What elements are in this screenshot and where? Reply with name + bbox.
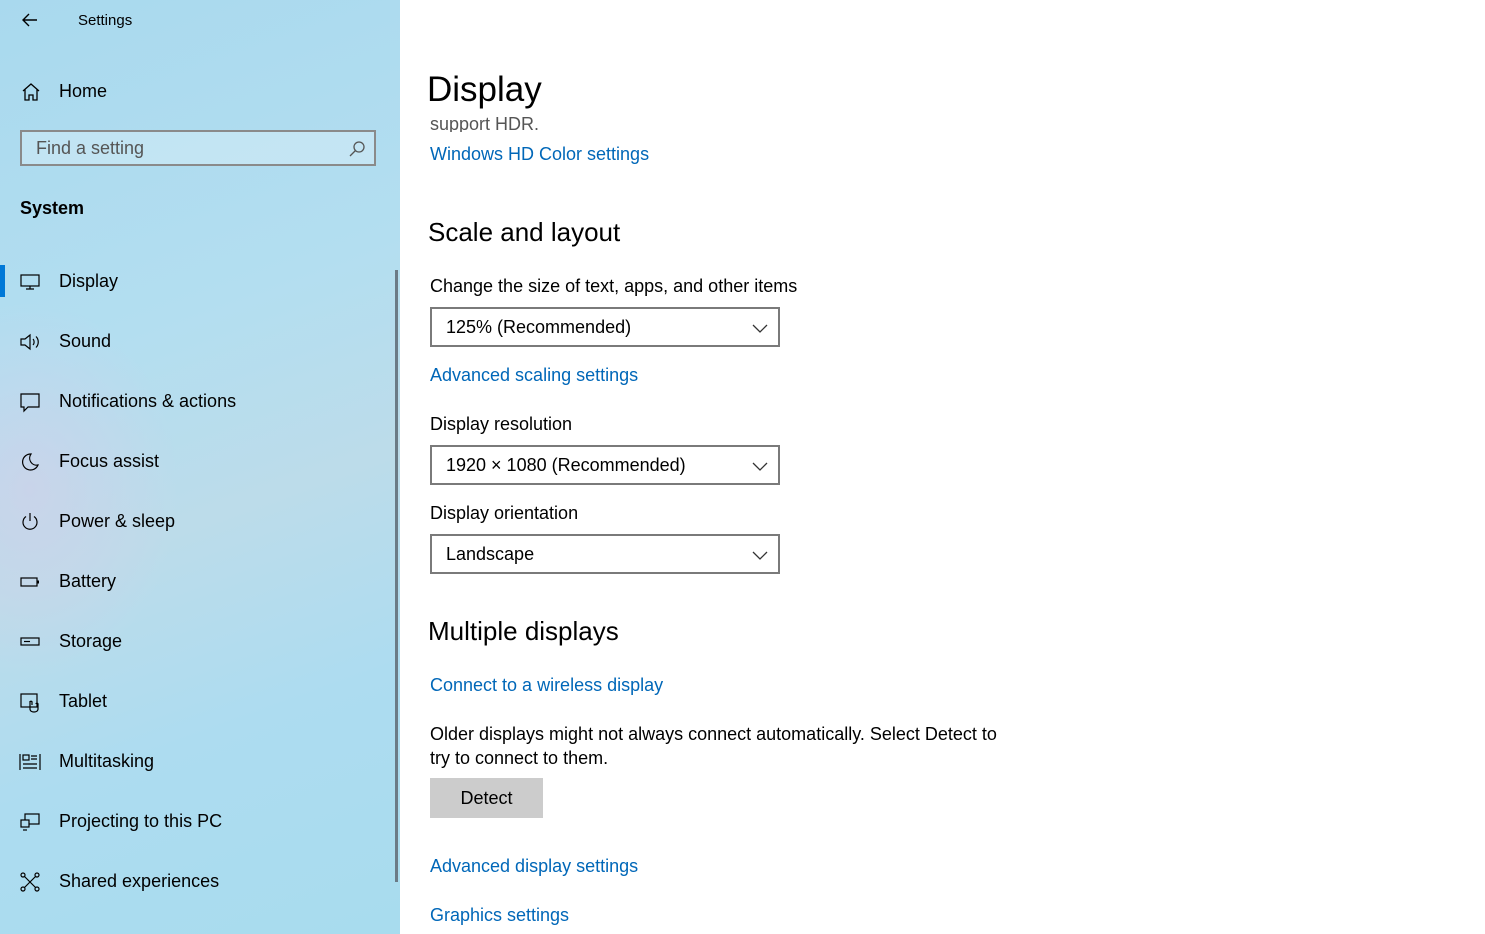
sidebar-item-shared-experiences[interactable]: Shared experiences <box>0 858 396 904</box>
sidebar-item-storage[interactable]: Storage <box>0 618 396 664</box>
sidebar: Settings Home System Display Sound Notif… <box>0 0 400 934</box>
shared-experiences-icon <box>19 871 41 893</box>
sidebar-item-focus-assist[interactable]: Focus assist <box>0 438 396 484</box>
sidebar-item-label: Battery <box>59 571 117 591</box>
search-input[interactable] <box>36 138 336 159</box>
chevron-down-icon <box>752 548 768 566</box>
search-box[interactable] <box>20 130 376 166</box>
sidebar-item-power-sleep[interactable]: Power & sleep <box>0 498 396 544</box>
sidebar-item-label: Tablet <box>59 691 108 711</box>
connect-wireless-display-link[interactable]: Connect to a wireless display <box>430 675 663 696</box>
moon-icon <box>19 451 41 473</box>
advanced-display-settings-link[interactable]: Advanced display settings <box>430 856 638 877</box>
scale-label: Change the size of text, apps, and other… <box>430 276 798 296</box>
section-label-system: System <box>20 198 85 218</box>
notification-icon <box>19 391 41 413</box>
sidebar-item-notifications[interactable]: Notifications & actions <box>0 378 396 424</box>
sidebar-item-sound[interactable]: Sound <box>0 318 396 364</box>
orientation-label: Display orientation <box>430 503 579 523</box>
chevron-down-icon <box>752 459 768 477</box>
sidebar-item-label: Multitasking <box>59 751 155 771</box>
chevron-down-icon <box>752 321 768 339</box>
speaker-icon <box>19 331 41 353</box>
sidebar-item-label: Focus assist <box>59 451 160 471</box>
sidebar-item-multitasking[interactable]: Multitasking <box>0 738 396 784</box>
detect-button[interactable]: Detect <box>430 778 543 818</box>
resolution-label: Display resolution <box>430 414 573 434</box>
sidebar-item-tablet[interactable]: Tablet <box>0 678 396 724</box>
sidebar-scrollbar[interactable] <box>395 270 398 882</box>
active-indicator <box>0 265 5 297</box>
battery-icon <box>19 571 41 593</box>
home-icon <box>20 81 42 108</box>
hdr-description-cutoff: support HDR. <box>430 114 540 132</box>
sidebar-item-label: Projecting to this PC <box>59 811 223 831</box>
orientation-value: Landscape <box>446 544 535 564</box>
power-icon <box>19 511 41 533</box>
sidebar-item-projecting[interactable]: Projecting to this PC <box>0 798 396 844</box>
orientation-dropdown[interactable]: Landscape <box>430 534 780 574</box>
projecting-icon <box>19 811 41 833</box>
detect-description: Older displays might not always connect … <box>430 724 997 768</box>
sidebar-item-label: Display <box>59 271 119 291</box>
sidebar-item-label: Storage <box>59 631 123 651</box>
graphics-settings-link[interactable]: Graphics settings <box>430 905 569 926</box>
sidebar-item-label: Sound <box>59 331 112 351</box>
search-icon[interactable] <box>348 140 366 163</box>
window-title: Settings <box>78 12 133 29</box>
resolution-value: 1920 × 1080 (Recommended) <box>446 455 686 475</box>
sidebar-item-display[interactable]: Display <box>0 258 396 304</box>
sidebar-home[interactable]: Home <box>0 72 396 112</box>
back-arrow-icon <box>22 13 37 27</box>
advanced-scaling-settings-link[interactable]: Advanced scaling settings <box>430 365 638 386</box>
sidebar-item-label: Notifications & actions <box>59 391 237 411</box>
back-button[interactable] <box>14 4 46 36</box>
storage-icon <box>19 631 41 653</box>
windows-hd-color-settings-link[interactable]: Windows HD Color settings <box>430 144 649 165</box>
main-content: Display support HDR. Windows HD Color se… <box>400 0 1485 934</box>
sidebar-item-battery[interactable]: Battery <box>0 558 396 604</box>
scale-value: 125% (Recommended) <box>446 317 632 337</box>
sidebar-item-label: Power & sleep <box>59 511 176 531</box>
resolution-dropdown[interactable]: 1920 × 1080 (Recommended) <box>430 445 780 485</box>
multiple-displays-heading: Multiple displays <box>428 616 619 646</box>
page-title: Display <box>427 70 542 109</box>
scale-layout-heading: Scale and layout <box>428 217 621 247</box>
monitor-icon <box>19 271 41 293</box>
home-label: Home <box>59 81 108 101</box>
multitasking-icon <box>19 751 41 773</box>
scale-dropdown[interactable]: 125% (Recommended) <box>430 307 780 347</box>
sidebar-item-label: Shared experiences <box>59 871 220 891</box>
tablet-icon <box>19 691 41 713</box>
